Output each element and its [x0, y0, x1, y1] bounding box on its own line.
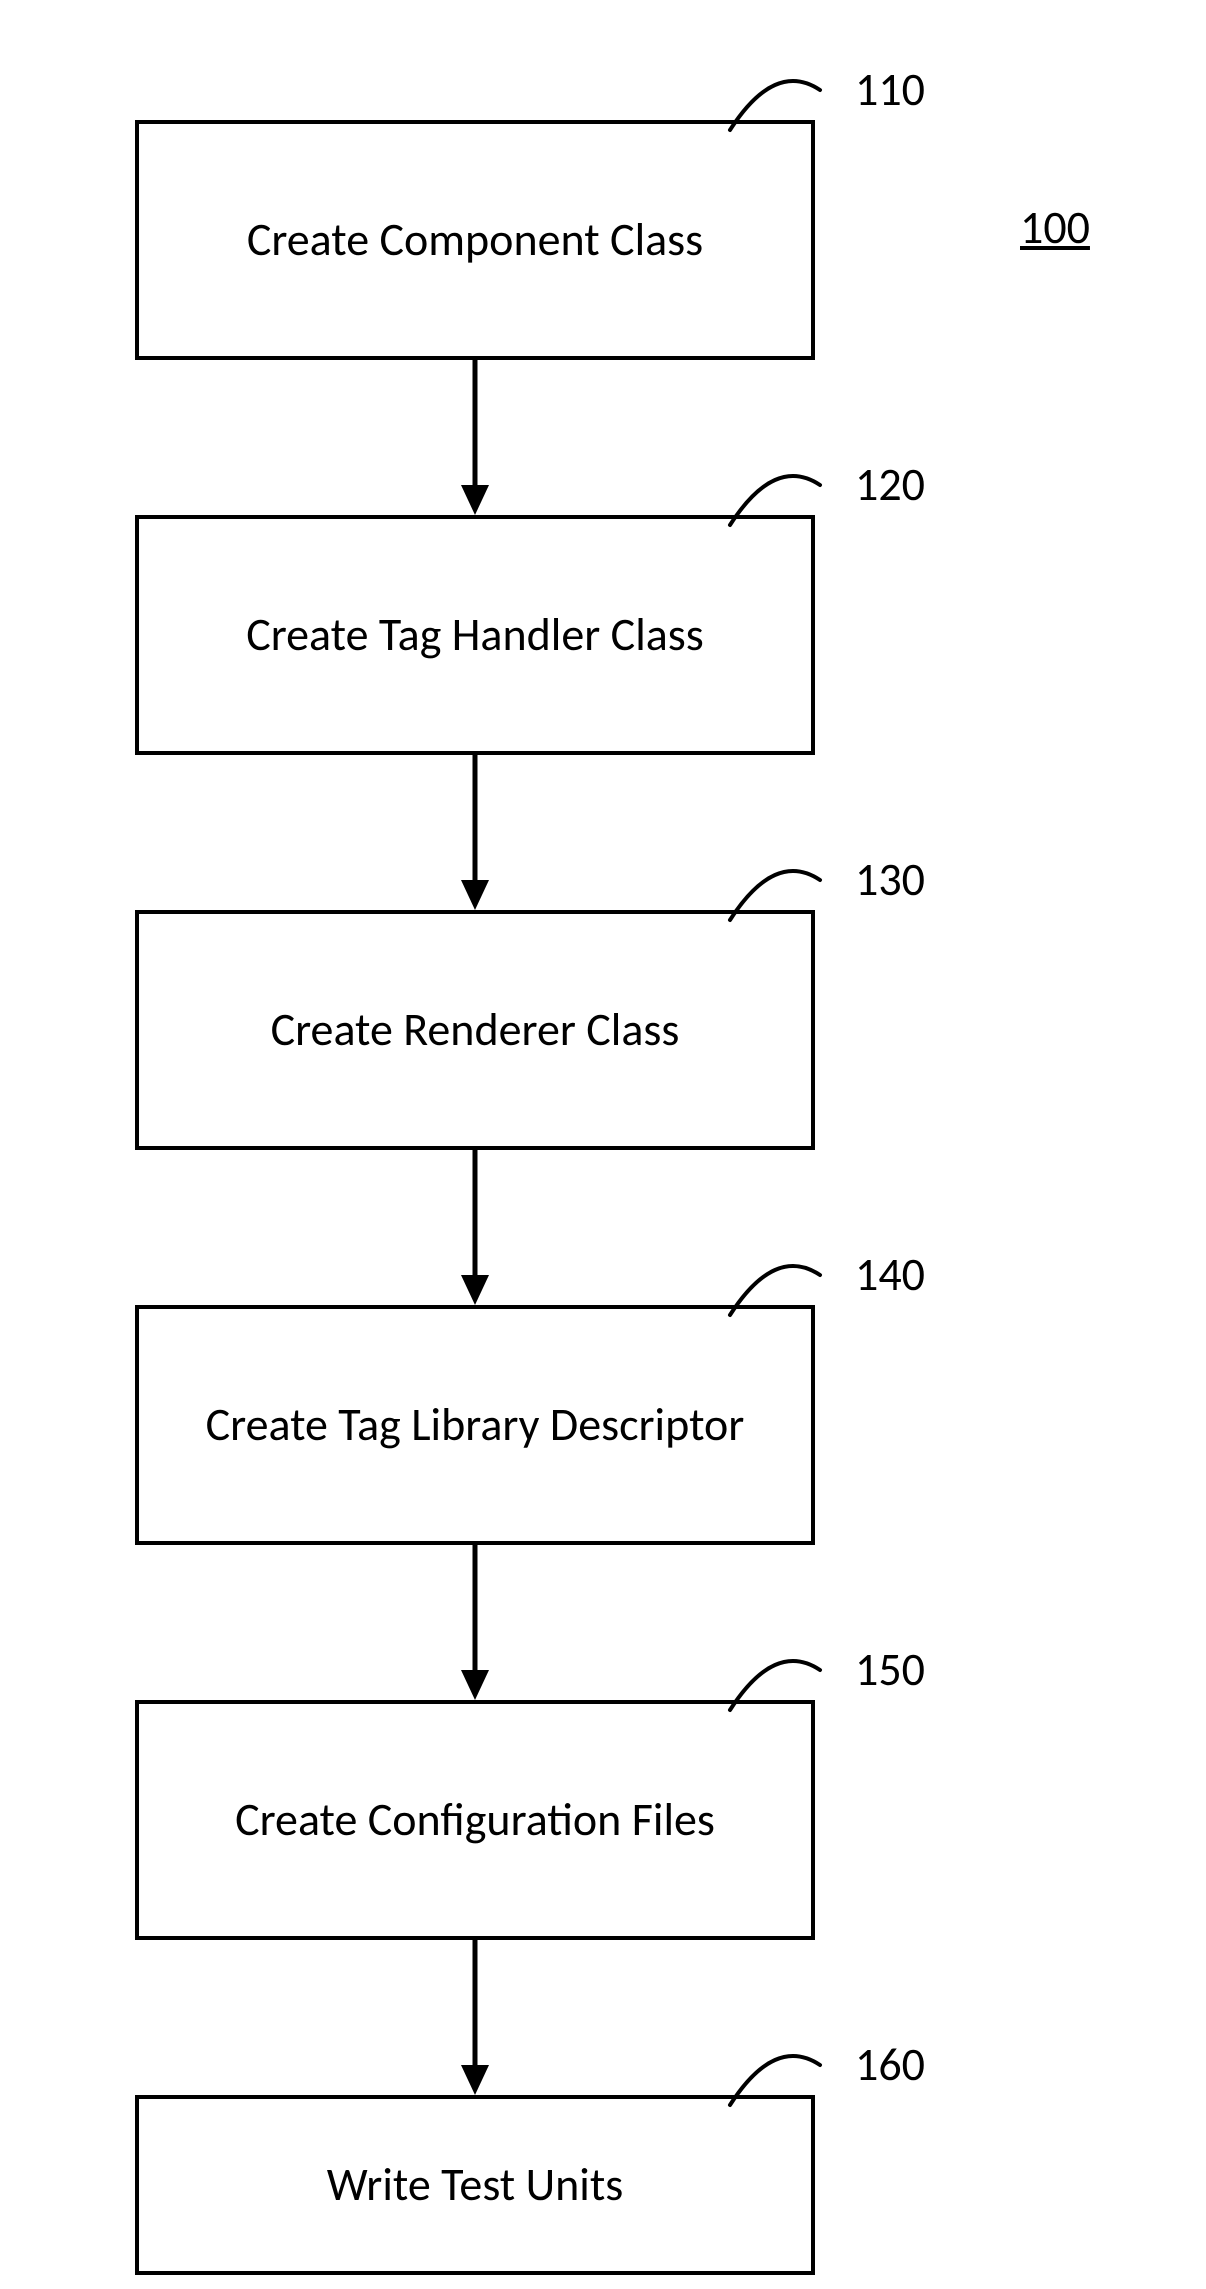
- flow-step-120-text: Create Tag Handler Class: [246, 607, 704, 663]
- flowchart-canvas: 100 Create Component Class 110 Create Ta…: [0, 0, 1206, 2289]
- ref-130: 130: [855, 852, 925, 908]
- ref-160: 160: [855, 2037, 925, 2093]
- flow-step-130: Create Renderer Class: [135, 910, 815, 1150]
- arrow-120-130: [455, 755, 495, 915]
- arrow-110-120: [455, 360, 495, 520]
- arrow-150-160: [455, 1940, 495, 2100]
- flow-step-140: Create Tag Library Descriptor: [135, 1305, 815, 1545]
- flow-step-150-text: Create Configuration Files: [235, 1792, 715, 1848]
- flow-step-150: Create Configuration Files: [135, 1700, 815, 1940]
- flow-step-110: Create Component Class: [135, 120, 815, 360]
- ref-110: 110: [855, 62, 925, 118]
- flow-step-110-text: Create Component Class: [247, 212, 703, 268]
- ref-150: 150: [855, 1642, 925, 1698]
- flow-step-160: Write Test Units: [135, 2095, 815, 2275]
- flow-step-140-text: Create Tag Library Descriptor: [206, 1397, 745, 1453]
- figure-label: 100: [1020, 200, 1090, 256]
- ref-140: 140: [855, 1247, 925, 1303]
- flow-step-120: Create Tag Handler Class: [135, 515, 815, 755]
- flow-step-160-text: Write Test Units: [327, 2157, 624, 2213]
- arrow-130-140: [455, 1150, 495, 1310]
- flow-step-130-text: Create Renderer Class: [271, 1002, 680, 1058]
- arrow-140-150: [455, 1545, 495, 1705]
- ref-120: 120: [855, 457, 925, 513]
